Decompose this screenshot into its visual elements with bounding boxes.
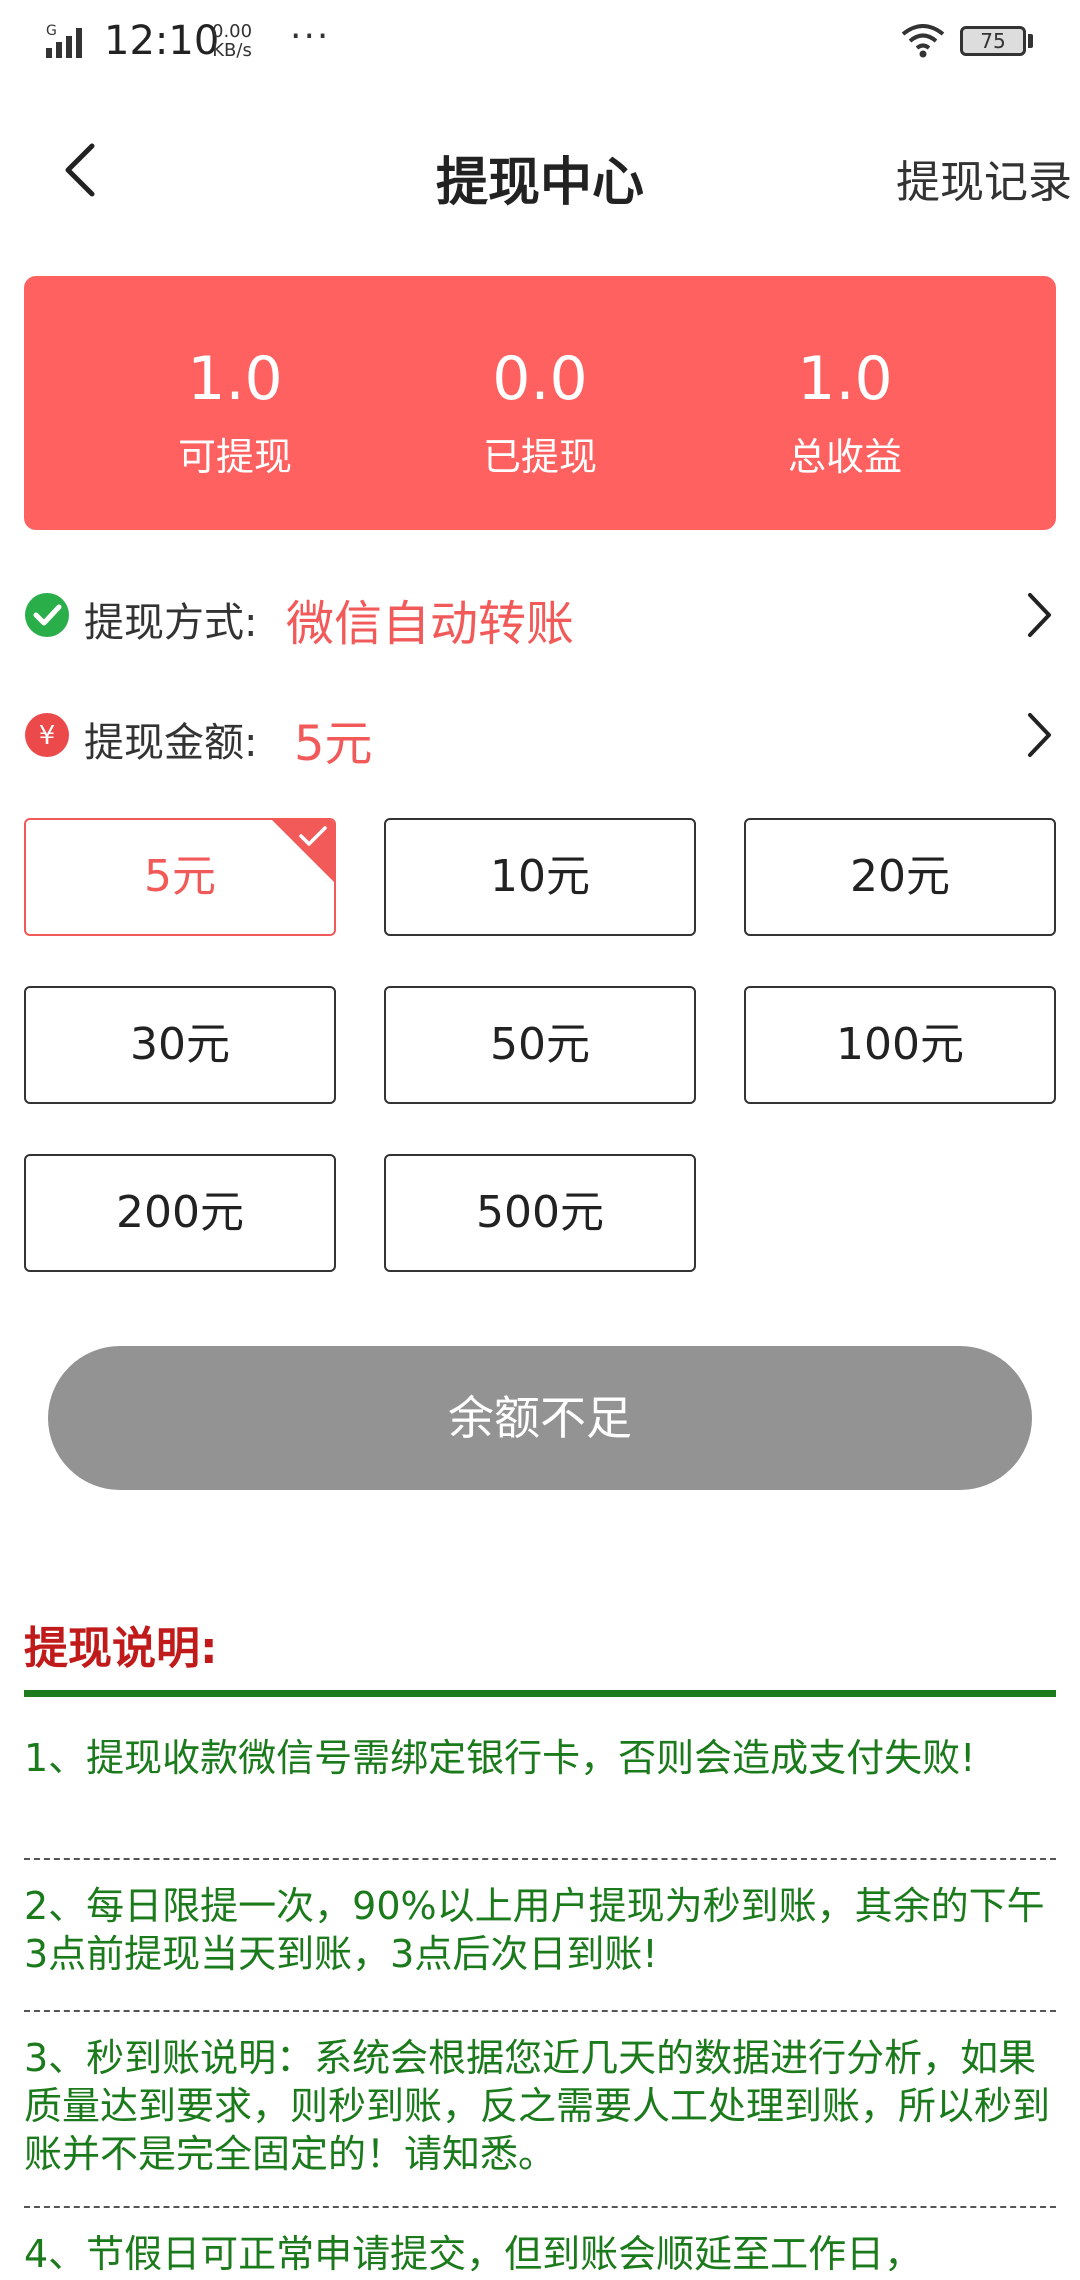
network-type-label: G — [46, 23, 57, 39]
amount-option-10[interactable]: 10元 — [384, 818, 696, 936]
chevron-right-icon — [1028, 713, 1051, 757]
withdraw-amount-value: 5元 — [294, 716, 373, 772]
network-speed: 0.00 KB/s — [212, 22, 252, 60]
notes-title: 提现说明: — [24, 1623, 218, 1674]
amount-option-label: 20元 — [850, 851, 950, 902]
battery-icon: 75 — [960, 26, 1026, 56]
stat-withdrawn: 0.0 已提现 — [375, 346, 705, 481]
withdraw-method-row[interactable]: 提现方式: 微信自动转账 — [24, 570, 1054, 660]
nav-header: 提现中心 提现记录 — [0, 110, 1080, 230]
amount-option-label: 50元 — [490, 1019, 590, 1070]
note-item-4: 4、节假日可正常申请提交，但到账会顺延至工作日， — [24, 2232, 923, 2276]
amount-option-label: 200元 — [116, 1187, 244, 1238]
stat-available-label: 可提现 — [177, 435, 292, 479]
note-item-3: 3、秒到账说明：系统会根据您近几天的数据进行分析，如果质量达到要求，则秒到账，反… — [24, 2036, 1051, 2176]
stat-total-value: 1.0 — [797, 344, 893, 414]
more-notifications-icon: ··· — [290, 16, 331, 57]
yuan-coin-icon: ¥ — [25, 713, 69, 757]
wifi-icon — [901, 24, 945, 58]
amount-option-500[interactable]: 500元 — [384, 1154, 696, 1272]
battery-level: 75 — [980, 29, 1006, 53]
battery-tip — [1028, 34, 1033, 48]
submit-withdraw-button[interactable]: 余额不足 — [48, 1346, 1032, 1490]
note-separator — [24, 2206, 1056, 2208]
amount-option-label: 100元 — [836, 1019, 964, 1070]
note-item-2: 2、每日限提一次，90%以上用户提现为秒到账，其余的下午3点前提现当天到账，3点… — [24, 1884, 1045, 1976]
status-bar: G 12:10 0.00 KB/s ··· 75 — [0, 0, 1080, 90]
stat-available-value: 1.0 — [187, 344, 283, 414]
stat-total-earnings: 1.0 总收益 — [680, 346, 1010, 481]
amount-option-20[interactable]: 20元 — [744, 818, 1056, 936]
withdraw-amount-row[interactable]: ¥ 提现金额: 5元 — [24, 690, 1054, 780]
note-item-1: 1、提现收款微信号需绑定银行卡，否则会造成支付失败! — [24, 1736, 976, 1780]
withdraw-records-link[interactable]: 提现记录 — [896, 146, 1072, 210]
amount-option-label: 30元 — [130, 1019, 230, 1070]
amount-option-200[interactable]: 200元 — [24, 1154, 336, 1272]
stat-total-label: 总收益 — [787, 435, 902, 479]
chevron-right-icon — [1028, 593, 1051, 637]
amount-option-label: 5元 — [144, 851, 216, 902]
network-speed-value: 0.00 — [212, 21, 253, 42]
withdraw-amount-label: 提现金额: — [84, 720, 258, 766]
note-separator — [24, 2010, 1056, 2012]
amount-option-5[interactable]: 5元 — [24, 818, 336, 936]
cellular-signal-icon: G — [46, 23, 82, 58]
stat-withdrawn-value: 0.0 — [492, 344, 588, 414]
balance-summary-card: 1.0 可提现 0.0 已提现 1.0 总收益 — [24, 276, 1056, 530]
withdraw-method-value: 微信自动转账 — [286, 596, 575, 652]
amount-option-30[interactable]: 30元 — [24, 986, 336, 1104]
amount-option-100[interactable]: 100元 — [744, 986, 1056, 1104]
svg-text:¥: ¥ — [39, 721, 56, 751]
network-speed-unit: KB/s — [212, 40, 252, 61]
stat-available: 1.0 可提现 — [70, 346, 400, 481]
check-icon — [299, 826, 327, 846]
amount-option-label: 10元 — [490, 851, 590, 902]
status-time: 12:10 — [104, 18, 220, 64]
note-separator — [24, 1858, 1056, 1860]
amount-option-50[interactable]: 50元 — [384, 986, 696, 1104]
withdraw-method-label: 提现方式: — [84, 600, 258, 646]
notes-divider — [24, 1690, 1056, 1697]
amount-option-label: 500元 — [476, 1187, 604, 1238]
stat-withdrawn-label: 已提现 — [482, 435, 597, 479]
wechat-icon — [25, 593, 69, 637]
